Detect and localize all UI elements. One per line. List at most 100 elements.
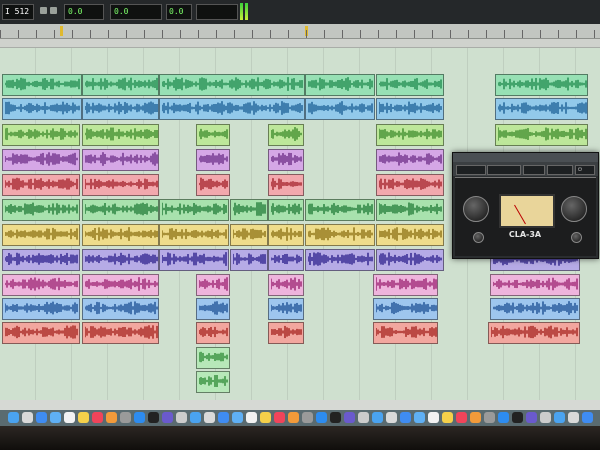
audio-clip[interactable] (196, 322, 230, 344)
music-icon[interactable] (456, 412, 467, 423)
mail-icon[interactable] (414, 412, 425, 423)
audio-clip[interactable] (159, 98, 305, 120)
calendar-icon[interactable] (246, 412, 257, 423)
safari-icon[interactable] (36, 412, 47, 423)
photos-icon[interactable] (470, 412, 481, 423)
audio-clip[interactable] (305, 224, 375, 246)
preset-select[interactable] (487, 165, 521, 175)
audio-clip[interactable] (268, 274, 304, 296)
notes-icon[interactable] (260, 412, 271, 423)
finder-icon[interactable] (372, 412, 383, 423)
record-mode-button[interactable] (40, 7, 47, 14)
audio-clip[interactable] (196, 274, 230, 296)
audio-clip[interactable] (268, 149, 304, 171)
calendar-icon[interactable] (64, 412, 75, 423)
mail-icon[interactable] (232, 412, 243, 423)
peak-reduction-knob-icon[interactable] (561, 196, 587, 222)
audio-clip[interactable] (268, 298, 304, 320)
ratio-switch[interactable] (571, 232, 582, 243)
audio-clip[interactable] (376, 174, 444, 196)
audio-clip[interactable] (82, 274, 159, 296)
compare-button[interactable] (523, 165, 545, 175)
audio-clip[interactable] (82, 98, 159, 120)
audio-clip[interactable] (159, 199, 229, 221)
audio-clip[interactable] (376, 98, 444, 120)
audio-clip[interactable] (490, 298, 580, 320)
audio-clip[interactable] (230, 199, 268, 221)
calendar-icon[interactable] (428, 412, 439, 423)
audio-clip[interactable] (2, 74, 82, 96)
audio-clip[interactable] (495, 74, 588, 96)
notes-icon[interactable] (78, 412, 89, 423)
safari-icon[interactable] (582, 412, 593, 423)
audio-clip[interactable] (196, 149, 230, 171)
audio-clip[interactable] (159, 224, 229, 246)
auto-button[interactable] (547, 165, 573, 175)
launchpad-icon[interactable] (22, 412, 33, 423)
audio-clip[interactable] (373, 322, 438, 344)
terminal-icon[interactable] (512, 412, 523, 423)
terminal-icon[interactable] (330, 412, 341, 423)
protools-icon[interactable] (162, 412, 173, 423)
audio-clip[interactable] (82, 199, 159, 221)
music-icon[interactable] (92, 412, 103, 423)
marker-1[interactable] (60, 26, 63, 36)
trash-icon[interactable] (358, 412, 369, 423)
audio-clip[interactable] (2, 199, 80, 221)
play-mode-button[interactable] (50, 7, 57, 14)
audio-clip[interactable] (196, 298, 230, 320)
safari-icon[interactable] (218, 412, 229, 423)
audio-clip[interactable] (196, 347, 230, 369)
audio-clip[interactable] (2, 224, 80, 246)
audio-clip[interactable] (373, 298, 438, 320)
main-counter[interactable]: 0.0 (110, 4, 162, 20)
audio-clip[interactable] (305, 98, 375, 120)
audio-clip[interactable] (2, 124, 80, 146)
audio-clip[interactable] (2, 249, 80, 271)
audio-clip[interactable] (305, 74, 375, 96)
trash-icon[interactable] (176, 412, 187, 423)
audio-clip[interactable] (2, 322, 80, 344)
audio-clip[interactable] (2, 298, 80, 320)
photos-icon[interactable] (288, 412, 299, 423)
audio-clip[interactable] (376, 149, 444, 171)
audio-clip[interactable] (82, 149, 159, 171)
audio-clip[interactable] (490, 274, 580, 296)
audio-clip[interactable] (488, 322, 580, 344)
audio-clip[interactable] (376, 249, 444, 271)
settings-icon[interactable] (484, 412, 495, 423)
audio-clip[interactable] (376, 199, 444, 221)
audio-clip[interactable] (268, 124, 304, 146)
trash-icon[interactable] (540, 412, 551, 423)
audio-clip[interactable] (82, 298, 159, 320)
notes-icon[interactable] (442, 412, 453, 423)
audio-clip[interactable] (196, 124, 230, 146)
audio-clip[interactable] (2, 98, 82, 120)
audio-clip[interactable] (376, 224, 444, 246)
audio-clip[interactable] (268, 199, 304, 221)
safari-icon[interactable] (400, 412, 411, 423)
audio-clip[interactable] (82, 124, 159, 146)
audio-clip[interactable] (82, 322, 159, 344)
input-selector[interactable]: I 512 (2, 4, 34, 20)
music-icon[interactable] (274, 412, 285, 423)
launchpad-icon[interactable] (204, 412, 215, 423)
terminal-icon[interactable] (148, 412, 159, 423)
finder-icon[interactable] (190, 412, 201, 423)
plugin-window[interactable]: ⏻ CLA-3A (452, 152, 599, 259)
audio-clip[interactable] (305, 249, 375, 271)
audio-clip[interactable] (305, 199, 375, 221)
audio-clip[interactable] (376, 74, 444, 96)
audio-clip[interactable] (159, 74, 305, 96)
launchpad-icon[interactable] (568, 412, 579, 423)
audio-clip[interactable] (159, 249, 229, 271)
photos-icon[interactable] (106, 412, 117, 423)
protools-icon[interactable] (526, 412, 537, 423)
audio-clip[interactable] (230, 224, 268, 246)
audio-clip[interactable] (268, 322, 304, 344)
audio-clip[interactable] (495, 98, 588, 120)
settings-icon[interactable] (120, 412, 131, 423)
tempo-ruler[interactable] (0, 39, 600, 48)
audio-clip[interactable] (373, 274, 438, 296)
audio-clip[interactable] (495, 124, 588, 146)
